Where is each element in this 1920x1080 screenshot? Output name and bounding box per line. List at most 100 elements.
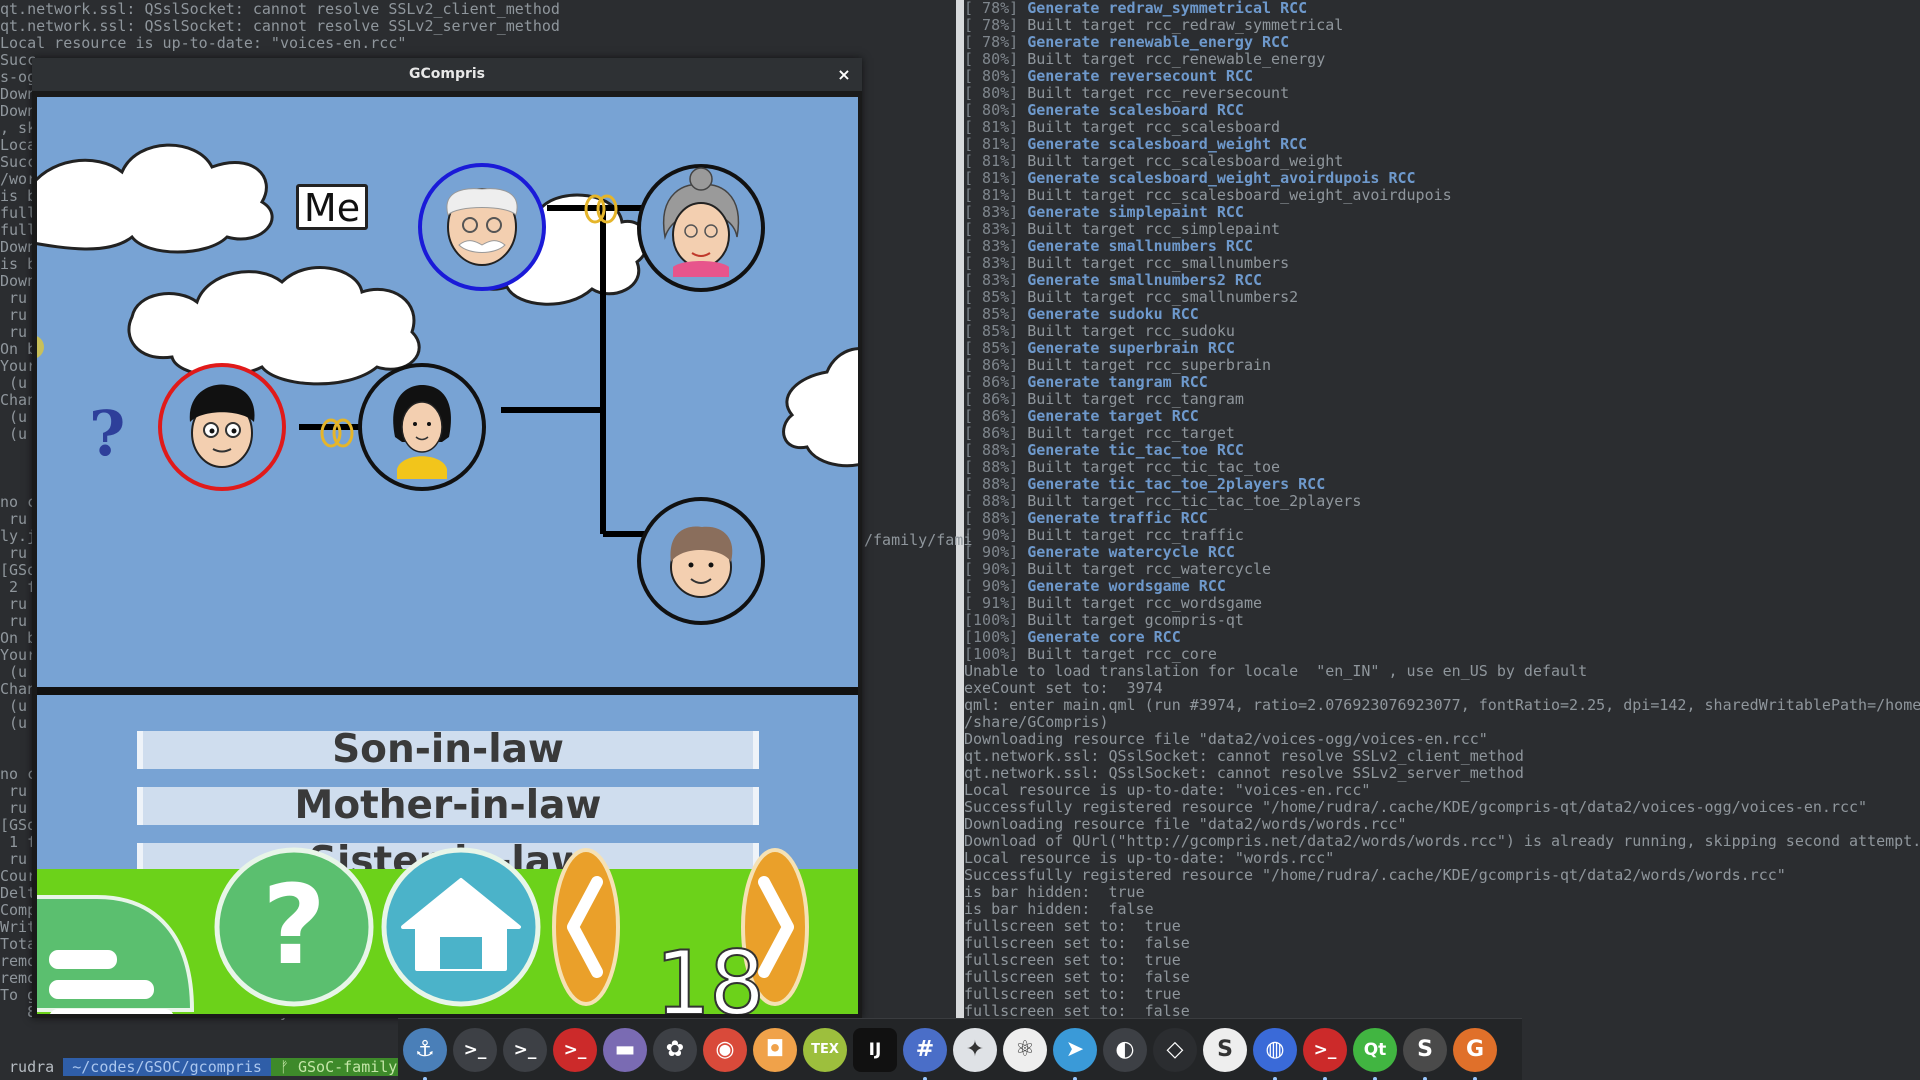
terminal-line-text: Generate redraw_symmetrical RCC xyxy=(1027,0,1308,17)
build-progress: [ 88%] xyxy=(964,492,1019,510)
answer-option-son-in-law[interactable]: Son-in-law xyxy=(137,731,759,769)
gcompris-icon[interactable]: G xyxy=(1453,1027,1497,1080)
terminal-line-text: is bar hidden: true xyxy=(964,883,1145,901)
answer-option-mother-in-law[interactable]: Mother-in-law xyxy=(137,787,759,825)
dock-glyph: ⚓ xyxy=(415,1037,435,1062)
terminal-line-text: Generate tic_tac_toe_2players RCC xyxy=(1027,475,1326,493)
terminal-line-text: Built target rcc_tic_tac_toe xyxy=(1027,458,1281,476)
grandfather-node[interactable] xyxy=(418,163,546,291)
telegram-icon[interactable]: ➤ xyxy=(1053,1027,1097,1080)
screenshot-icon[interactable]: ◘ xyxy=(753,1027,797,1072)
terminal-line-text: Built target rcc_renewable_energy xyxy=(1027,50,1326,68)
build-progress: [ 88%] xyxy=(964,458,1019,476)
terminal-line-text: Generate simplepaint RCC xyxy=(1027,203,1244,221)
build-progress: [ 81%] xyxy=(964,169,1019,187)
terminal-line: fullscreen set to: true xyxy=(964,986,1920,1003)
question-mark-label: ? xyxy=(89,397,126,470)
firefox-icon[interactable]: ◍ xyxy=(1253,1027,1297,1080)
terminal-line-text: Generate watercycle RCC xyxy=(1027,543,1235,561)
build-progress: [ 78%] xyxy=(964,16,1019,34)
terminal-2-icon[interactable]: >_ xyxy=(503,1027,547,1072)
hexchat-icon[interactable]: # xyxy=(903,1027,947,1080)
terminal-line: [ 81%] Built target rcc_scalesboard xyxy=(964,119,1920,136)
grandmother-node[interactable] xyxy=(637,164,765,292)
terminal-line: [ 86%] Built target rcc_target xyxy=(964,425,1920,442)
terminal-line-text: Built target rcc_sudoku xyxy=(1027,322,1235,340)
terminal-line: [ 86%] Built target rcc_tangram xyxy=(964,391,1920,408)
terminal-line: [ 90%] Built target rcc_traffic xyxy=(964,527,1920,544)
tex-icon[interactable]: TEX xyxy=(803,1027,847,1072)
gcompris-window[interactable]: GCompris × Me ? Son-in-law Mother-in-law… xyxy=(32,58,862,1018)
dock-glyph: ◇ xyxy=(1166,1037,1184,1062)
sublime-icon[interactable]: S xyxy=(1403,1027,1447,1080)
terminal-line-text: fullscreen set to: true xyxy=(964,985,1181,1003)
terminal-line: [100%] Built target gcompris-qt xyxy=(964,612,1920,629)
unity-icon[interactable]: ◇ xyxy=(1153,1027,1197,1072)
previous-level-icon[interactable] xyxy=(552,848,620,1006)
build-progress: [100%] xyxy=(964,628,1019,646)
terminal-line: [ 90%] Generate wordsgame RCC xyxy=(964,578,1920,595)
close-icon[interactable]: × xyxy=(834,58,854,91)
terminal-line-text: Generate target RCC xyxy=(1027,407,1199,425)
terminal-icon[interactable]: >_ xyxy=(453,1027,497,1072)
build-progress: [ 90%] xyxy=(964,577,1019,595)
terminal-line-text: Generate sudoku RCC xyxy=(1027,305,1199,323)
terminal-line: [ 88%] Built target rcc_tic_tac_toe xyxy=(964,459,1920,476)
activity-canvas: Me ? Son-in-law Mother-in-law Sister-in-… xyxy=(37,97,858,1014)
terminal-line: Local resource is up-to-date: "voices-en… xyxy=(0,34,407,52)
build-progress: [ 83%] xyxy=(964,254,1019,272)
window-titlebar[interactable]: GCompris × xyxy=(32,58,862,91)
window-title: GCompris xyxy=(408,66,486,82)
terminal-line: [ 81%] Generate scalesboard_weight RCC xyxy=(964,136,1920,153)
terminal-line-text: Generate tic_tac_toe RCC xyxy=(1027,441,1244,459)
terminal-line-text: Built target rcc_tangram xyxy=(1027,390,1244,408)
satellite-icon[interactable]: ✦ xyxy=(953,1027,997,1072)
dock-glyph: ✿ xyxy=(665,1037,685,1062)
father-node[interactable] xyxy=(158,363,286,491)
build-progress: [ 88%] xyxy=(964,441,1019,459)
settings-icon[interactable]: ✿ xyxy=(653,1027,697,1072)
terminal-line-text: Built target rcc_reversecount xyxy=(1027,84,1290,102)
running-indicator xyxy=(1273,1076,1277,1080)
build-progress: [ 83%] xyxy=(964,220,1019,238)
terminal-line-text: is bar hidden: false xyxy=(964,900,1154,918)
terminal-line: [ 86%] Generate target RCC xyxy=(964,408,1920,425)
build-progress: [ 80%] xyxy=(964,50,1019,68)
atom-icon[interactable]: ⚛ xyxy=(1003,1027,1047,1072)
terminal-line: fullscreen set to: false xyxy=(964,969,1920,986)
mother-node[interactable] xyxy=(358,363,486,491)
build-progress: [ 81%] xyxy=(964,135,1019,153)
home-icon[interactable] xyxy=(381,847,541,1007)
intellij-icon[interactable]: IJ xyxy=(853,1027,897,1072)
qt-icon[interactable]: Qt xyxy=(1353,1027,1397,1080)
help-icon[interactable]: ? xyxy=(214,847,374,1007)
redis-2-icon[interactable]: >_ xyxy=(1303,1027,1347,1080)
running-indicator xyxy=(423,1076,427,1080)
terminal-line-text: Built target rcc_redraw_symmetrical xyxy=(1027,16,1344,34)
build-progress: [ 86%] xyxy=(964,407,1019,425)
chrome-icon[interactable]: ◉ xyxy=(703,1027,747,1072)
files-icon[interactable]: ▬ xyxy=(603,1027,647,1072)
terminal-line-text: Download of QUrl("http://gcompris.net/da… xyxy=(964,832,1920,850)
terminal-line-text: Built target gcompris-qt xyxy=(1027,611,1244,629)
redis-icon[interactable]: >_ xyxy=(553,1027,597,1072)
build-progress: [ 86%] xyxy=(964,356,1019,374)
prompt-user: rudra xyxy=(0,1058,64,1076)
terminal-line: [ 88%] Generate traffic RCC xyxy=(964,510,1920,527)
build-progress: [ 90%] xyxy=(964,560,1019,578)
blender-icon[interactable]: ◐ xyxy=(1103,1027,1147,1072)
child-node[interactable] xyxy=(637,497,765,625)
terminal-line-text: Local resource is up-to-date: "voices-en… xyxy=(964,781,1371,799)
anchor-icon[interactable]: ⚓ xyxy=(403,1027,447,1080)
terminal-line: [ 83%] Built target rcc_simplepaint xyxy=(964,221,1920,238)
terminal-line-text: Generate smallnumbers2 RCC xyxy=(1027,271,1263,289)
terminal-line-text: Generate smallnumbers RCC xyxy=(1027,237,1253,255)
terminal-line-text: Generate wordsgame RCC xyxy=(1027,577,1226,595)
slack-icon[interactable]: S xyxy=(1203,1027,1247,1072)
build-progress: [ 78%] xyxy=(964,33,1019,51)
shell-prompt: rudra ~/codes/GSOC/gcompris ᚠ GSoC-famil… xyxy=(0,1058,407,1076)
terminal-line-text: Built target rcc_core xyxy=(1027,645,1217,663)
terminal-right[interactable]: [ 78%] Generate redraw_symmetrical RCC [ … xyxy=(964,0,1920,1080)
terminal-line: [ 80%] Generate scalesboard RCC xyxy=(964,102,1920,119)
dock-glyph: >_ xyxy=(513,1039,537,1060)
